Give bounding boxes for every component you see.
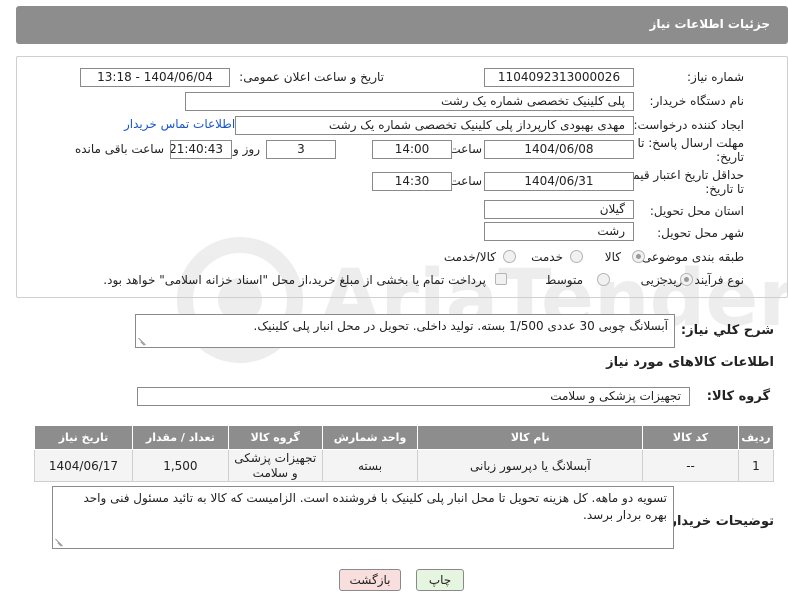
deadline-time-label: ساعت	[449, 142, 482, 156]
resize-handle-icon[interactable]	[138, 337, 146, 345]
cell-quantity: 1,500	[131, 449, 229, 482]
summary-label: شرح کلي نياز:	[680, 323, 774, 338]
category-radio-service[interactable]	[570, 250, 583, 263]
cell-row-number: 1	[737, 449, 775, 482]
days-remaining-field[interactable]: 3	[266, 140, 336, 159]
price-validity-date-field[interactable]: 1404/06/31	[484, 172, 634, 191]
buyer-notes-textarea[interactable]: تسویه دو ماهه. کل هزینه تحویل تا محل انب…	[52, 486, 674, 549]
buyer-org-field[interactable]: پلی کلینیک تخصصی شماره یک رشت	[185, 92, 634, 111]
col-goods-code: کد کالا	[642, 425, 739, 450]
announce-datetime-label: تاریخ و ساعت اعلان عمومی:	[239, 70, 384, 84]
cell-goods-code: --	[642, 449, 739, 482]
page-title: جزئیات اطلاعات نیاز	[649, 17, 770, 31]
col-unit: واحد شمارش	[321, 425, 419, 450]
creator-label: ایجاد کننده درخواست:	[633, 118, 744, 132]
price-validity-time-field[interactable]: 14:30	[372, 172, 452, 191]
goods-group-field[interactable]: تجهیزات پزشکی و سلامت	[137, 387, 690, 406]
treasury-payment-checkbox[interactable]	[495, 273, 507, 285]
process-option-medium: متوسط	[545, 273, 583, 287]
province-field[interactable]: گیلان	[484, 200, 634, 219]
price-validity-label: حداقل تاریخ اعتبار قیمت: تا تاریخ:	[617, 168, 744, 196]
cell-goods-group: تجهیزات پزشکی و سلامت	[227, 449, 323, 482]
need-number-field[interactable]: 1104092313000026	[484, 68, 634, 87]
process-option-minor: جزیی	[640, 273, 668, 287]
category-option-goods-service: کالا/خدمت	[443, 250, 496, 264]
buyer-org-label: نام دستگاه خریدار:	[649, 94, 745, 108]
print-button[interactable]: چاپ	[416, 569, 464, 591]
need-number-label: شماره نیاز:	[687, 70, 744, 84]
page-header: جزئیات اطلاعات نیاز	[16, 6, 788, 44]
category-radio-goods[interactable]	[632, 250, 645, 263]
process-type-label: نوع فرآیند خرید :	[659, 273, 744, 287]
col-goods-group: گروه کالا	[227, 425, 323, 450]
treasury-payment-text: پرداخت تمام یا بخشی از مبلغ خرید،از محل …	[103, 273, 486, 287]
col-row-number: ردیف	[737, 425, 775, 450]
summary-textarea[interactable]: آبسلانگ چوبی 30 عددی 1/500 بسته. تولید د…	[135, 314, 675, 348]
creator-field[interactable]: مهدی بهبودی کارپرداز پلی کلینیک تخصصی شم…	[235, 116, 634, 135]
category-label: طبقه بندی موضوعی:	[637, 250, 744, 264]
province-label: استان محل تحویل:	[649, 204, 744, 218]
days-label: روز و	[233, 142, 260, 156]
resize-handle-icon[interactable]	[55, 538, 63, 546]
time-remaining-field[interactable]: 21:40:43	[170, 140, 232, 159]
price-validity-time-label: ساعت	[449, 174, 482, 188]
deadline-date-field[interactable]: 1404/06/08	[484, 140, 634, 159]
buyer-notes-label: توضیحات خریدار:	[664, 514, 774, 529]
cell-need-date: 1404/06/17	[34, 449, 133, 482]
back-button[interactable]: بازگشت	[339, 569, 401, 591]
col-need-date: تاریخ نیاز	[34, 425, 133, 450]
category-radio-goods-service[interactable]	[503, 250, 516, 263]
city-field[interactable]: رشت	[484, 222, 634, 241]
col-goods-name: نام کالا	[417, 425, 644, 450]
city-label: شهر محل تحویل:	[657, 226, 744, 240]
deadline-time-field[interactable]: 14:00	[372, 140, 452, 159]
deadline-label: مهلت ارسال پاسخ: تا تاریخ:	[637, 136, 744, 164]
buyer-notes-text: تسویه دو ماهه. کل هزینه تحویل تا محل انب…	[83, 491, 667, 522]
process-radio-medium[interactable]	[597, 273, 610, 286]
table-header-row: ردیف کد کالا نام کالا واحد شمارش گروه کا…	[34, 425, 775, 450]
category-option-goods: کالا	[604, 250, 621, 264]
summary-text: آبسلانگ چوبی 30 عددی 1/500 بسته. تولید د…	[253, 319, 668, 333]
goods-section-title: اطلاعات کالاهای مورد نیاز	[606, 355, 774, 370]
time-remaining-label: ساعت باقی مانده	[74, 142, 164, 156]
col-quantity: تعداد / مقدار	[131, 425, 229, 450]
announce-datetime-field[interactable]: 1404/06/04 - 13:18	[80, 68, 230, 87]
goods-table: ردیف کد کالا نام کالا واحد شمارش گروه کا…	[34, 425, 775, 482]
process-radio-minor[interactable]	[680, 273, 693, 286]
buyer-contact-link[interactable]: اطلاعات تماس خریدار	[124, 117, 235, 131]
cell-unit: بسته	[321, 449, 419, 482]
category-option-service: خدمت	[531, 250, 563, 264]
cell-goods-name: آبسلانگ یا دپرسور زبانی	[417, 449, 644, 482]
goods-group-label: گروه کالا:	[706, 389, 770, 404]
table-row[interactable]: 1 -- آبسلانگ یا دپرسور زبانی بسته تجهیزا…	[34, 449, 775, 482]
